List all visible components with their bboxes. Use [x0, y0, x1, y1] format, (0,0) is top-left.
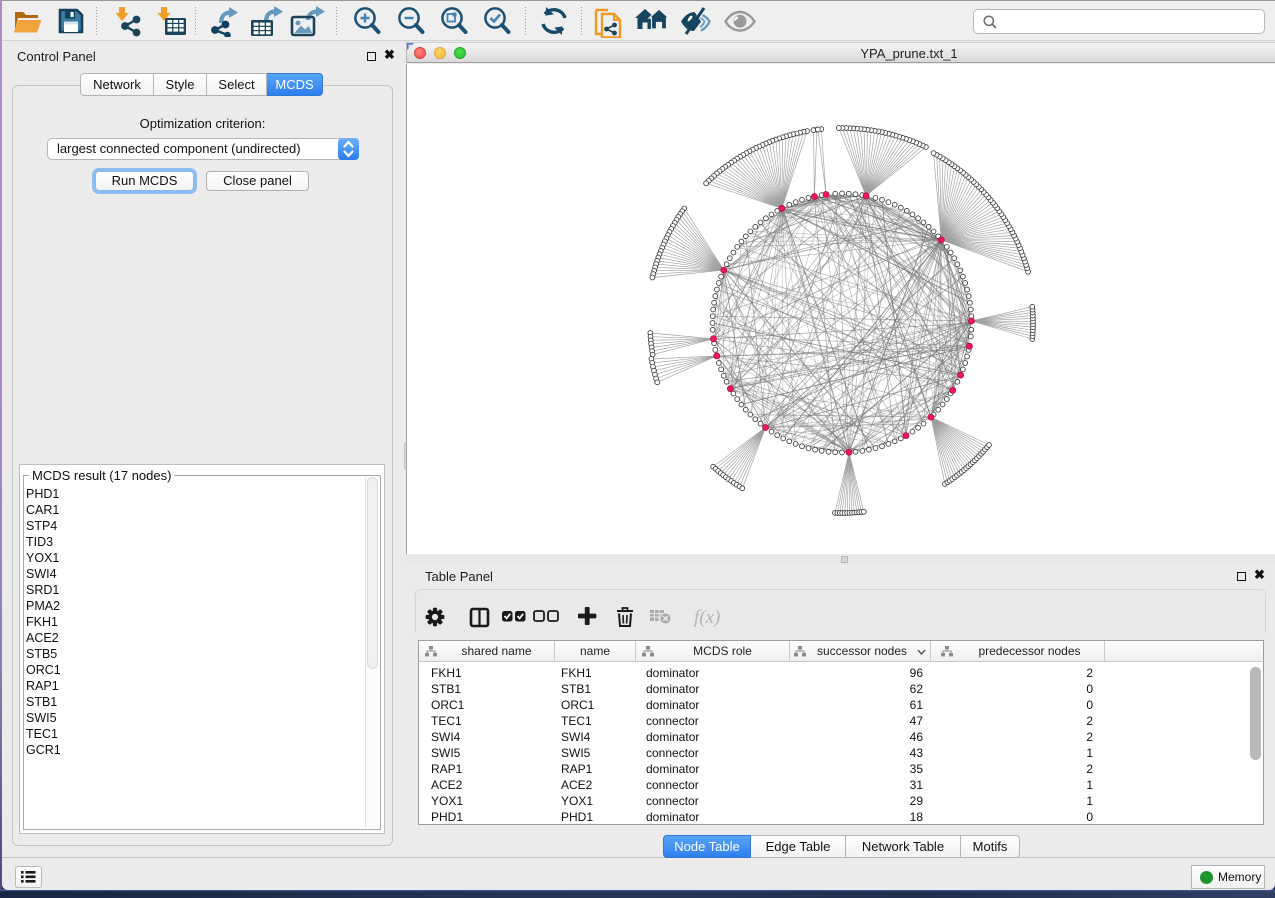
svg-text:f(x): f(x) [694, 607, 720, 628]
